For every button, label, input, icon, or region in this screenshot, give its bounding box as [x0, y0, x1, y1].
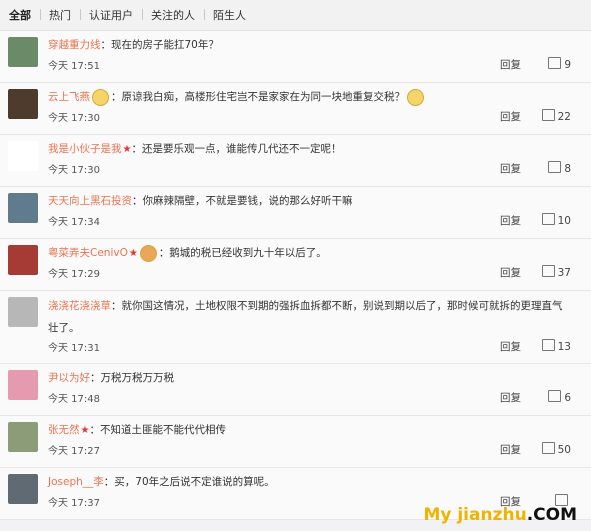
username-link[interactable]: 云上飞燕: [48, 91, 90, 103]
like-count: 10: [557, 215, 571, 227]
comment-text-line: 粤菜弄夫CenivO★ ：鹅城的税已经收到九十年以后了。: [48, 243, 571, 264]
reply-button[interactable]: 回复: [500, 390, 521, 405]
like-count: 9: [564, 59, 571, 71]
comment-body: ：你麻辣隔壁，不就是要钱，说的那么好听干嘛: [132, 195, 353, 207]
comment-time: 今天 17:37: [48, 498, 100, 509]
reply-button[interactable]: 回复: [500, 442, 521, 457]
username-link[interactable]: 粤菜弄夫CenivO: [48, 247, 128, 259]
comment-body: ：现在的房子能扛70年？: [100, 39, 219, 51]
thumbs-up-icon: [541, 265, 555, 277]
comment-time: 今天 17:30: [48, 165, 100, 176]
comment-text-line: 穿越重力线：现在的房子能扛70年？: [48, 35, 571, 56]
like-count: 50: [557, 444, 571, 456]
username-link[interactable]: 浇浇花浇浇草: [48, 300, 111, 312]
watermark: My jianzhu.COM: [423, 505, 577, 525]
comment-item: 尹以为好：万税万税万万税今天 17:48 回复 6: [0, 364, 591, 416]
watermark-text: My jianzhu: [423, 505, 527, 525]
avatar[interactable]: [8, 37, 38, 67]
like-button[interactable]: 50: [527, 442, 571, 456]
avatar[interactable]: [8, 89, 38, 119]
comment-item: 天天向上黑石投资：你麻辣隔壁，不就是要钱，说的那么好听干嘛今天 17:34 回复 1…: [0, 187, 591, 239]
comment-text-line: 尹以为好：万税万税万万税: [48, 368, 571, 389]
comment-item: 云上飞燕 ：原谅我白痴，高楼形住宅岂不是家家在为同一块地重复交税？ 今天 17:30…: [0, 83, 591, 135]
comment-item: 穿越重力线：现在的房子能扛70年？ 今天 17:51 回复 9: [0, 31, 591, 83]
reply-button[interactable]: 回复: [500, 265, 521, 280]
username-link[interactable]: 穿越重力线: [48, 39, 101, 51]
thumbs-up-icon: [548, 390, 562, 402]
reply-button[interactable]: 回复: [500, 161, 521, 176]
comment-item: 张无然★：不知道土匪能不能代代相传今天 17:27 回复 50: [0, 416, 591, 468]
comment-time: 今天 17:27: [48, 446, 100, 457]
comment-time: 今天 17:29: [48, 269, 100, 280]
like-count: 8: [564, 163, 571, 175]
comment-item: 浇浇花浇浇草：就你国这情况，土地权限不到期的强拆血拆都不断，别说到期以后了，那时…: [0, 291, 591, 364]
thumbs-up-icon: [548, 161, 562, 173]
comment-body: ：就你国这情况，土地权限不到期的强拆血拆都不断，别说到期以后了，那时候可就拆的更…: [48, 300, 563, 334]
like-count: 13: [557, 341, 571, 353]
tab-3[interactable]: 关注的人: [142, 7, 204, 23]
reply-button[interactable]: 回复: [500, 213, 521, 228]
comment-text-line: 浇浇花浇浇草：就你国这情况，土地权限不到期的强拆血拆都不断，别说到期以后了，那时…: [48, 295, 571, 339]
avatar[interactable]: [8, 193, 38, 223]
tab-1[interactable]: 热门: [40, 7, 80, 23]
avatar[interactable]: [8, 297, 38, 327]
avatar[interactable]: [8, 370, 38, 400]
comment-text-line: 我是小伙子是我★：还是要乐观一点，谁能传几代还不一定呢！: [48, 139, 571, 160]
username-link[interactable]: 张无然: [48, 424, 80, 436]
emoji-icon: [139, 244, 157, 262]
comment-body: ：买，70年之后说不定谁说的算呢。: [103, 476, 275, 488]
thumbs-up-icon: [541, 109, 555, 121]
thumbs-up-icon: [541, 213, 555, 225]
reply-button[interactable]: 回复: [500, 109, 521, 124]
comment-time: 今天 17:31: [48, 343, 100, 354]
like-button[interactable]: 6: [527, 390, 571, 404]
tab-0[interactable]: 全部: [0, 7, 40, 23]
tab-2[interactable]: 认证用户: [80, 7, 142, 23]
like-button[interactable]: 9: [527, 57, 571, 71]
thumbs-up-icon: [548, 57, 562, 69]
comment-body: ：不知道土匪能不能代代相传: [89, 424, 226, 436]
avatar[interactable]: [8, 422, 38, 452]
comment-body: ：万税万税万万税: [90, 372, 174, 384]
emoji-icon: [407, 88, 424, 106]
username-link[interactable]: Joseph__李: [48, 476, 104, 488]
like-button[interactable]: 13: [527, 339, 571, 353]
like-button[interactable]: 37: [527, 265, 571, 279]
tab-4[interactable]: 陌生人: [204, 7, 255, 23]
username-link[interactable]: 天天向上黑石投资: [48, 195, 132, 207]
comment-time: 今天 17:30: [48, 113, 100, 124]
thumbs-up-icon: [541, 442, 555, 454]
comment-body: ：鹅城的税已经收到九十年以后了。: [158, 247, 327, 259]
emoji-icon: [92, 88, 109, 106]
comment-time: 今天 17:48: [48, 394, 100, 405]
thumbs-up-icon: [541, 339, 555, 351]
watermark-suffix: .COM: [526, 505, 577, 525]
comment-text-line: Joseph__李：买，70年之后说不定谁说的算呢。: [48, 472, 571, 493]
comment-list: 穿越重力线：现在的房子能扛70年？ 今天 17:51 回复 9 云上飞燕 ：原谅我白痴，高…: [0, 31, 591, 520]
comment-time: 今天 17:51: [48, 61, 100, 72]
avatar[interactable]: [8, 141, 38, 171]
like-count: 6: [564, 392, 571, 404]
filter-tabs: 全部 热门 认证用户 关注的人 陌生人: [0, 0, 591, 31]
comment-item: 粤菜弄夫CenivO★ ：鹅城的税已经收到九十年以后了。今天 17:29 回复 37: [0, 239, 591, 291]
like-count: 37: [557, 267, 571, 279]
username-link[interactable]: 我是小伙子是我: [48, 143, 122, 155]
comment-body: ：还是要乐观一点，谁能传几代还不一定呢！: [131, 143, 342, 155]
star-badge-icon: ★: [128, 248, 138, 259]
comment-body: ：原谅我白痴，高楼形住宅岂不是家家在为同一块地重复交税？: [111, 91, 405, 103]
comment-text-line: 云上飞燕 ：原谅我白痴，高楼形住宅岂不是家家在为同一块地重复交税？: [48, 87, 571, 108]
like-button[interactable]: 10: [527, 213, 571, 227]
reply-button[interactable]: 回复: [500, 57, 521, 72]
like-button[interactable]: 22: [527, 109, 571, 123]
comment-text-line: 张无然★：不知道土匪能不能代代相传: [48, 420, 571, 441]
reply-button[interactable]: 回复: [500, 339, 521, 354]
username-link[interactable]: 尹以为好: [48, 372, 90, 384]
comment-text-line: 天天向上黑石投资：你麻辣隔壁，不就是要钱，说的那么好听干嘛: [48, 191, 571, 212]
like-button[interactable]: 8: [527, 161, 571, 175]
like-count: 22: [557, 111, 571, 123]
comment-item: 我是小伙子是我★：还是要乐观一点，谁能传几代还不一定呢！ 今天 17:30 回复 8: [0, 135, 591, 187]
avatar[interactable]: [8, 474, 38, 504]
avatar[interactable]: [8, 245, 38, 275]
comment-time: 今天 17:34: [48, 217, 100, 228]
